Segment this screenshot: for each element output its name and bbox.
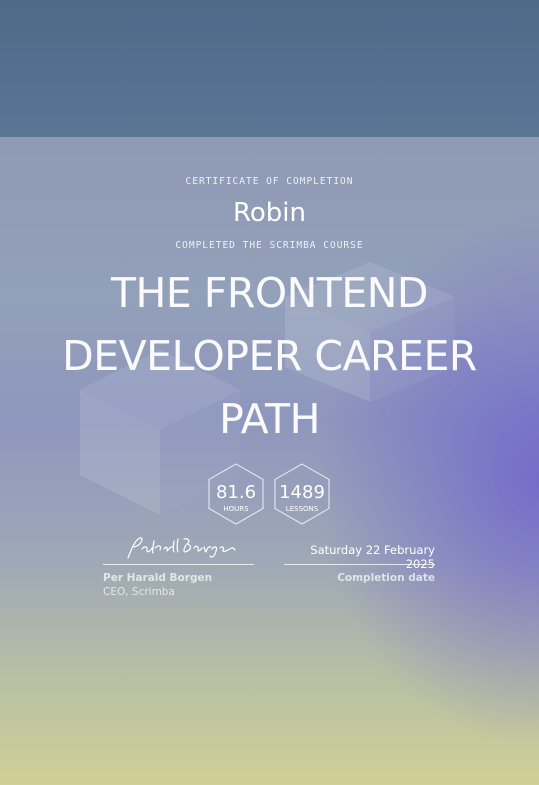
date-line bbox=[284, 564, 435, 565]
certificate-eyebrow: CERTIFICATE OF COMPLETION bbox=[185, 176, 354, 187]
completion-date: Saturday 22 February 2025 bbox=[310, 543, 435, 571]
signatory-title: CEO, Scrimba bbox=[103, 586, 175, 598]
header-band bbox=[0, 0, 539, 137]
lessons-badge: 1489 LESSONS bbox=[271, 463, 333, 525]
hours-label: HOURS bbox=[223, 505, 249, 513]
hours-value: 81.6 bbox=[215, 482, 257, 503]
hours-badge: 81.6 HOURS bbox=[205, 463, 267, 525]
lessons-label: LESSONS bbox=[285, 505, 319, 513]
certificate-subtitle: COMPLETED THE SCRIMBA COURSE bbox=[175, 240, 364, 251]
lessons-value: 1489 bbox=[279, 482, 325, 503]
signatory-name: Per Harald Borgen bbox=[103, 572, 213, 584]
signature-line bbox=[103, 564, 254, 565]
course-title: THE FRONTEND DEVELOPER CAREER PATH bbox=[62, 269, 477, 443]
signature-icon bbox=[127, 537, 236, 559]
recipient-name: Robin bbox=[232, 198, 306, 228]
completion-date-label: Completion date bbox=[337, 572, 435, 584]
